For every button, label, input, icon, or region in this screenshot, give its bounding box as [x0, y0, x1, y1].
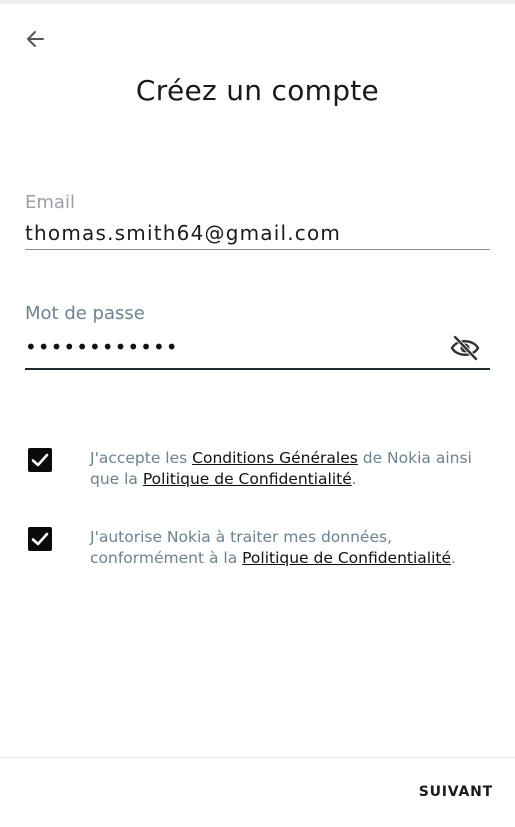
password-field[interactable]: ••••••••••••: [25, 330, 490, 370]
password-visibility-toggle[interactable]: [450, 334, 482, 362]
password-field-group: Mot de passe ••••••••••••: [25, 303, 490, 370]
privacy-policy-link[interactable]: Politique de Confidentialité: [143, 470, 352, 488]
footer-divider: [0, 757, 515, 758]
email-field-group: Email thomas.smith64@gmail.com: [25, 192, 490, 250]
check-icon: [31, 532, 49, 546]
email-label: Email: [25, 192, 75, 213]
check-icon: [31, 453, 49, 467]
next-button[interactable]: SUIVANT: [419, 784, 493, 800]
data-processing-text: J'autorise Nokia à traiter mes données, …: [90, 527, 500, 569]
terms-text-after: .: [351, 470, 357, 488]
email-field[interactable]: thomas.smith64@gmail.com: [25, 219, 490, 250]
data-processing-checkbox[interactable]: [28, 527, 52, 551]
arrow-left-icon: [27, 31, 44, 47]
terms-text-before: J'accepte les: [90, 449, 193, 467]
terms-text: J'accepte les Conditions Générales de No…: [90, 448, 500, 490]
password-value: ••••••••••••: [25, 335, 179, 359]
page-title: Créez un compte: [135, 74, 380, 107]
status-strip: [0, 0, 515, 4]
terms-link[interactable]: Conditions Générales: [192, 449, 358, 467]
password-label: Mot de passe: [25, 303, 145, 324]
data-processing-text-after: .: [451, 549, 456, 567]
back-button[interactable]: [18, 22, 52, 56]
terms-checkbox[interactable]: [28, 448, 52, 472]
eye-off-icon: [450, 335, 480, 361]
privacy-policy-link-2[interactable]: Politique de Confidentialité: [242, 549, 451, 567]
